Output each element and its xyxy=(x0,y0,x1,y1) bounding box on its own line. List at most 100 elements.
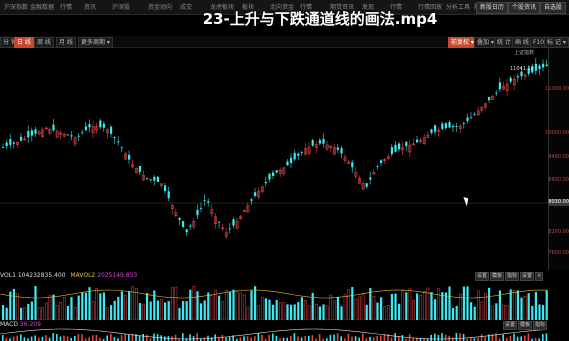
candle-body xyxy=(509,77,512,82)
candle-body xyxy=(99,120,102,128)
more-periods-dropdown[interactable]: 更多周期 ▾ xyxy=(78,37,113,48)
volume-bar xyxy=(325,305,329,320)
candle-body xyxy=(495,92,498,94)
nav-item[interactable]: 资金动向 xyxy=(148,2,172,11)
new-stock-calendar-button[interactable]: 新股日历 xyxy=(476,2,509,14)
macd-bar xyxy=(502,334,504,341)
adjust-dropdown[interactable]: 前复权 ▾ xyxy=(448,37,477,48)
draw-line-button[interactable]: 画 线 xyxy=(512,37,532,48)
macd-bar xyxy=(142,333,144,341)
price-axis: 11000.00 10000.00 9400.00 8800.00 8200.0… xyxy=(545,48,569,270)
macd-bar xyxy=(88,337,90,341)
price-tick: 8200.00 xyxy=(548,229,569,235)
macd-bar xyxy=(120,335,123,341)
macd-bar xyxy=(192,336,195,341)
macd-bar xyxy=(52,333,54,341)
volume-bar xyxy=(88,287,91,320)
macd-bar xyxy=(444,334,447,341)
period-month-button[interactable]: 月 线 xyxy=(56,37,76,48)
period-week-button[interactable]: 周 线 xyxy=(34,37,54,48)
candle-body xyxy=(120,147,123,149)
volume-bar xyxy=(430,292,433,320)
macd-bar xyxy=(250,337,252,341)
volume-bar xyxy=(307,305,311,320)
candle-body xyxy=(452,125,455,128)
macd-bar xyxy=(225,337,227,341)
volume-bar xyxy=(232,289,235,320)
macd-bar xyxy=(182,333,184,341)
volume-bar xyxy=(70,297,73,320)
volume-bar xyxy=(120,291,123,320)
nav-item[interactable]: 资讯 xyxy=(84,2,96,11)
price-tick: 8800.00 xyxy=(548,177,569,183)
nav-item[interactable]: 沪深股 xyxy=(112,2,130,11)
nav-item[interactable]: 沪深指数 xyxy=(4,2,28,11)
candle-body xyxy=(351,162,354,168)
candle-body xyxy=(228,228,231,230)
candle-body xyxy=(185,229,188,233)
macd-bar xyxy=(437,334,440,341)
candle-body xyxy=(290,157,293,163)
volume-bar xyxy=(293,304,296,320)
volume-bar xyxy=(408,288,412,320)
period-day-button[interactable]: 日 线 xyxy=(14,37,34,48)
volume-bar xyxy=(398,303,401,320)
candle-body xyxy=(380,160,383,163)
candle-body xyxy=(207,201,210,203)
volume-bar xyxy=(41,307,45,320)
macd-bar xyxy=(110,333,112,341)
volume-bar xyxy=(5,307,8,320)
macd-bar xyxy=(480,334,483,341)
macd-setting-button[interactable]: 设置 xyxy=(503,321,518,330)
candle-body xyxy=(516,76,519,78)
macd-bar xyxy=(92,335,94,341)
macd-bar xyxy=(30,336,33,341)
candle-body xyxy=(156,176,159,182)
candle-body xyxy=(167,191,170,199)
volume-bar xyxy=(531,305,534,320)
macd-bar xyxy=(221,334,224,341)
volume-bar xyxy=(250,290,253,320)
watchlist-button[interactable]: 自选股 xyxy=(540,2,567,14)
macd-bar xyxy=(297,336,299,341)
mark-dropdown[interactable]: 标 记 ▾ xyxy=(544,37,569,48)
nav-item[interactable]: 行情 xyxy=(60,2,72,11)
macd-bar xyxy=(34,335,36,341)
candle-body xyxy=(203,200,206,202)
candle-body xyxy=(538,65,541,70)
volume-bar xyxy=(405,292,408,320)
volume-bar xyxy=(239,292,243,320)
candle-body xyxy=(405,141,408,147)
volume-bar xyxy=(282,302,286,320)
macd-bar xyxy=(390,337,393,341)
nav-item[interactable]: 金融数据 xyxy=(30,2,54,11)
candle-body xyxy=(138,165,141,172)
volume-bar xyxy=(23,307,27,320)
macd-bar xyxy=(146,334,148,341)
volume-bar xyxy=(218,295,221,320)
volume-bar xyxy=(196,291,199,320)
macd-template-button[interactable]: 模板 xyxy=(518,321,533,330)
volume-bar xyxy=(505,305,509,320)
candle-body xyxy=(416,139,419,143)
volume-bar xyxy=(286,304,289,320)
volume-bar xyxy=(117,296,120,320)
stats-button[interactable]: 统 计 xyxy=(494,37,514,48)
volume-bar xyxy=(174,286,178,320)
macd-bar xyxy=(138,335,141,341)
volume-bar xyxy=(437,288,441,320)
stock-news-button[interactable]: 个股资讯 xyxy=(508,2,541,14)
volume-bar xyxy=(422,291,426,320)
candle-body xyxy=(5,142,8,147)
macd-bar xyxy=(106,335,108,341)
price-tick: 11000.00 xyxy=(545,86,569,92)
candle-body xyxy=(178,217,181,220)
volume-chart[interactable] xyxy=(0,280,548,320)
candle-body xyxy=(448,122,451,128)
candlestick-chart[interactable] xyxy=(0,48,548,270)
macd-indicator-button[interactable]: 指标 xyxy=(533,321,548,330)
volume-bar xyxy=(52,294,55,320)
candle-body xyxy=(149,179,152,181)
candle-body xyxy=(498,82,501,90)
volume-bar xyxy=(12,288,15,320)
